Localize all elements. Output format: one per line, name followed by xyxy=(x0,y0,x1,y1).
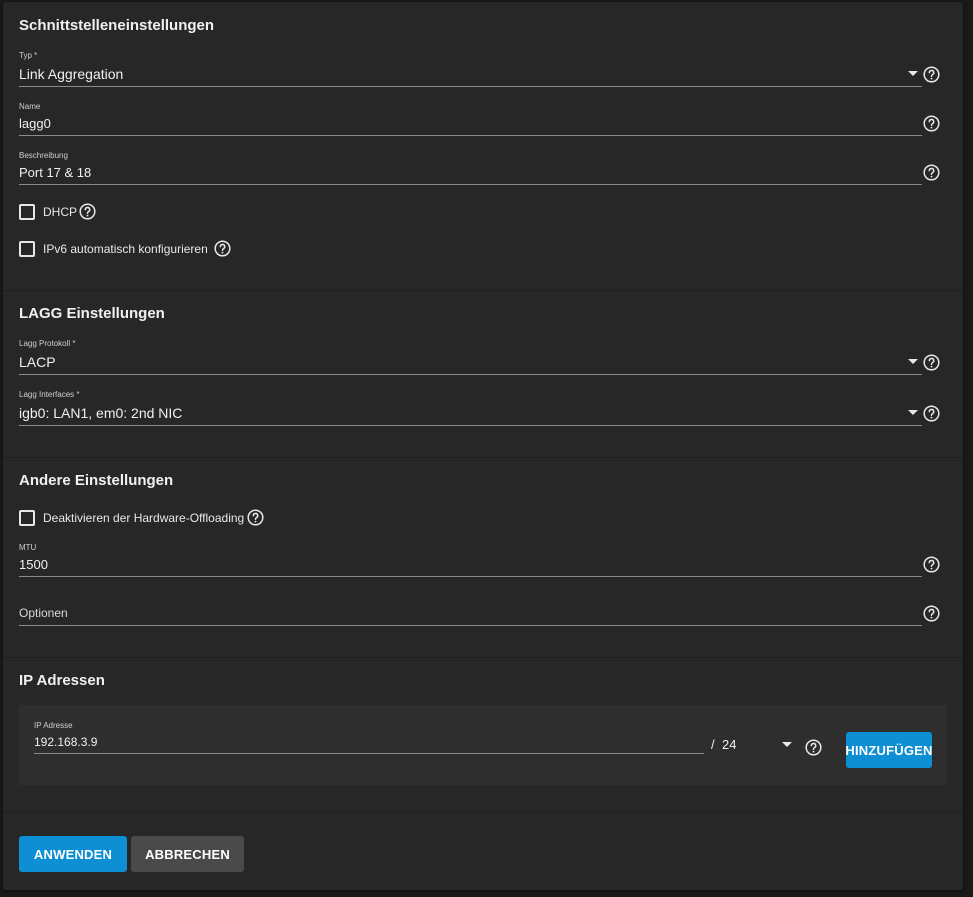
lagg-protocol-underline xyxy=(19,374,922,375)
type-underline xyxy=(19,86,922,87)
ip-address-input[interactable]: 192.168.3.9 xyxy=(34,735,97,749)
type-value: Link Aggregation xyxy=(19,66,124,82)
netmask-select[interactable]: 24 xyxy=(722,733,794,755)
section-divider xyxy=(3,457,963,458)
help-circle-icon[interactable] xyxy=(214,240,231,257)
ipv6-label: IPv6 automatisch konfigurieren xyxy=(43,242,208,256)
name-label: Name xyxy=(19,102,41,111)
description-label: Beschreibung xyxy=(19,151,68,160)
dhcp-checkbox[interactable] xyxy=(19,204,35,220)
help-circle-icon[interactable] xyxy=(923,556,940,573)
mtu-underline xyxy=(19,576,922,577)
section-title-ip: IP Adressen xyxy=(19,672,105,689)
description-underline xyxy=(19,184,922,185)
help-circle-icon[interactable] xyxy=(923,164,940,181)
disable-offloading-checkbox[interactable] xyxy=(19,510,35,526)
help-circle-icon[interactable] xyxy=(923,115,940,132)
ip-address-row: IP Adresse 192.168.3.9 / 24 HINZUFÜGEN xyxy=(19,705,947,785)
lagg-protocol-select[interactable]: LACP xyxy=(19,350,922,375)
lagg-interfaces-value: igb0: LAN1, em0: 2nd NIC xyxy=(19,405,183,421)
options-underline xyxy=(19,625,922,626)
netmask-separator: / xyxy=(711,737,715,752)
ip-address-label: IP Adresse xyxy=(34,721,73,730)
lagg-protocol-label: Lagg Protokoll * xyxy=(19,339,76,348)
add-ip-button[interactable]: HINZUFÜGEN xyxy=(845,732,932,768)
apply-button[interactable]: ANWENDEN xyxy=(19,836,127,872)
name-input[interactable]: lagg0 xyxy=(19,116,51,131)
help-circle-icon[interactable] xyxy=(923,605,940,622)
dropdown-arrow-icon xyxy=(908,359,918,364)
dropdown-arrow-icon xyxy=(908,71,918,76)
section-divider xyxy=(3,657,963,658)
lagg-interfaces-select[interactable]: igb0: LAN1, em0: 2nd NIC xyxy=(19,401,922,426)
help-circle-icon[interactable] xyxy=(923,66,940,83)
dhcp-label: DHCP xyxy=(43,205,78,219)
dropdown-arrow-icon xyxy=(782,742,792,747)
ip-address-underline xyxy=(34,753,704,754)
cancel-button[interactable]: ABBRECHEN xyxy=(131,836,244,872)
interface-form-card: Schnittstelleneinstellungen Typ * Link A… xyxy=(3,2,963,890)
lagg-protocol-value: LACP xyxy=(19,354,56,370)
section-divider xyxy=(3,812,963,813)
section-title-other: Andere Einstellungen xyxy=(19,472,174,489)
mtu-label: MTU xyxy=(19,543,37,552)
help-circle-icon[interactable] xyxy=(805,739,822,756)
section-title-lagg: LAGG Einstellungen xyxy=(19,305,165,322)
disable-offloading-label: Deaktivieren der Hardware-Offloading xyxy=(43,511,245,525)
description-input[interactable]: Port 17 & 18 xyxy=(19,165,91,180)
type-label: Typ * xyxy=(19,51,38,60)
mtu-input[interactable]: 1500 xyxy=(19,557,48,572)
section-title-interface: Schnittstelleneinstellungen xyxy=(19,17,215,34)
type-select[interactable]: Link Aggregation xyxy=(19,62,922,87)
lagg-interfaces-underline xyxy=(19,425,922,426)
help-circle-icon[interactable] xyxy=(923,405,940,422)
options-input[interactable]: Optionen xyxy=(19,606,68,620)
dropdown-arrow-icon xyxy=(908,410,918,415)
lagg-interfaces-label: Lagg Interfaces * xyxy=(19,390,80,399)
help-circle-icon[interactable] xyxy=(923,354,940,371)
name-underline xyxy=(19,135,922,136)
section-divider xyxy=(3,290,963,291)
ipv6-checkbox[interactable] xyxy=(19,241,35,257)
help-circle-icon[interactable] xyxy=(247,509,264,526)
help-circle-icon[interactable] xyxy=(79,203,96,220)
netmask-value: 24 xyxy=(722,737,737,752)
